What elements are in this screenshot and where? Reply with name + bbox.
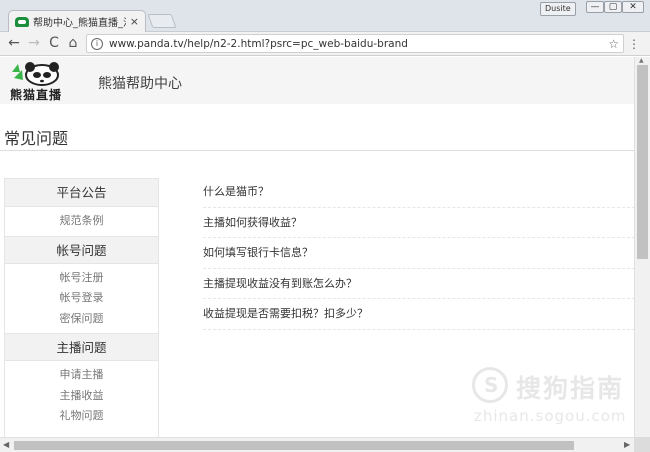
scroll-right-arrow-icon[interactable]: ▶: [624, 440, 630, 449]
sidebar-item-streamer-income[interactable]: 主播收益: [5, 386, 158, 407]
reload-icon[interactable]: C: [46, 35, 62, 51]
browser-titlebar: 帮助中心_熊猫直播_泛娱 × Dusite — ▢ ✕: [0, 0, 650, 32]
maximize-button[interactable]: ▢: [604, 1, 622, 13]
sidebar-group-account[interactable]: 帐号问题: [5, 235, 158, 264]
sidebar-group-streamer[interactable]: 主播问题: [5, 333, 158, 361]
horizontal-scrollbar[interactable]: ◀ ▶: [0, 437, 634, 452]
home-icon[interactable]: ⌂: [65, 35, 81, 51]
question-link[interactable]: 主播提现收益没有到账怎么办？: [203, 269, 634, 299]
sidebar-item-register[interactable]: 帐号注册: [5, 268, 158, 289]
watermark-text: 搜狗指南: [516, 374, 625, 403]
panda-logo-icon: [12, 62, 59, 86]
sidebar-item-rules[interactable]: 规范条例: [5, 211, 158, 232]
help-center-title[interactable]: 熊猫帮助中心: [98, 73, 182, 93]
watermark-url: zhinan.sogou.com: [474, 407, 627, 425]
sidebar-group-announcements[interactable]: 平台公告: [5, 179, 158, 207]
logo-text: 熊猫直播: [10, 88, 63, 102]
panda-favicon-icon: [15, 16, 29, 27]
profile-button[interactable]: Dusite: [540, 2, 576, 16]
question-link[interactable]: 主播如何获得收益？: [203, 208, 634, 238]
title-divider: [0, 150, 634, 151]
sogou-watermark: S 搜狗指南 zhinan.sogou.com: [470, 365, 630, 435]
question-link[interactable]: 什么是猫币？: [203, 177, 634, 208]
back-arrow-icon[interactable]: ←: [6, 35, 22, 51]
scrollbar-corner: [634, 437, 650, 452]
address-bar[interactable]: i www.panda.tv/help/n2-2.html?psrc=pc_we…: [86, 34, 624, 53]
vertical-scrollbar[interactable]: ▲: [634, 57, 650, 437]
window-close-button[interactable]: ✕: [622, 1, 644, 13]
scroll-left-arrow-icon[interactable]: ◀: [3, 440, 9, 449]
sidebar-item-login[interactable]: 帐号登录: [5, 288, 158, 309]
tab-close-icon[interactable]: ×: [130, 15, 139, 28]
panda-logo[interactable]: 熊猫直播: [10, 62, 63, 102]
sidebar-item-security[interactable]: 密保问题: [5, 309, 158, 330]
browser-toolbar: ← → C ⌂ i www.panda.tv/help/n2-2.html?ps…: [0, 32, 650, 56]
faq-sidebar: 平台公告 规范条例 帐号问题 帐号注册 帐号登录 密保问题 主播问题 申请主播 …: [4, 178, 159, 437]
tab-title: 帮助中心_熊猫直播_泛娱: [33, 18, 126, 29]
question-list: 什么是猫币？ 主播如何获得收益？ 如何填写银行卡信息？ 主播提现收益没有到账怎么…: [203, 177, 634, 330]
minimize-button[interactable]: —: [586, 1, 604, 13]
page-title: 常见问题: [4, 129, 69, 148]
browser-menu-icon[interactable]: ⋮: [628, 37, 640, 51]
sogou-glyph: S: [484, 373, 499, 397]
forward-arrow-icon[interactable]: →: [26, 35, 42, 51]
new-tab-button[interactable]: [147, 14, 177, 28]
vertical-scroll-thumb[interactable]: [637, 65, 648, 259]
site-header: 熊猫直播 熊猫帮助中心: [0, 57, 634, 104]
question-link[interactable]: 如何填写银行卡信息？: [203, 238, 634, 269]
sidebar-item-apply-streamer[interactable]: 申请主播: [5, 365, 158, 386]
question-link[interactable]: 收益提现是否需要扣税？扣多少？: [203, 299, 634, 330]
horizontal-scroll-thumb[interactable]: [14, 441, 574, 450]
page-viewport: 熊猫直播 熊猫帮助中心 常见问题 平台公告 规范条例 帐号问题 帐号注册 帐号登…: [0, 57, 634, 437]
browser-tab[interactable]: 帮助中心_熊猫直播_泛娱 ×: [8, 10, 146, 32]
scroll-up-arrow-icon[interactable]: ▲: [639, 57, 644, 64]
site-info-icon[interactable]: i: [91, 37, 103, 50]
sidebar-item-gifts[interactable]: 礼物问题: [5, 406, 158, 427]
url-text[interactable]: www.panda.tv/help/n2-2.html?psrc=pc_web-…: [109, 38, 608, 50]
bookmark-star-icon[interactable]: ☆: [608, 37, 619, 51]
